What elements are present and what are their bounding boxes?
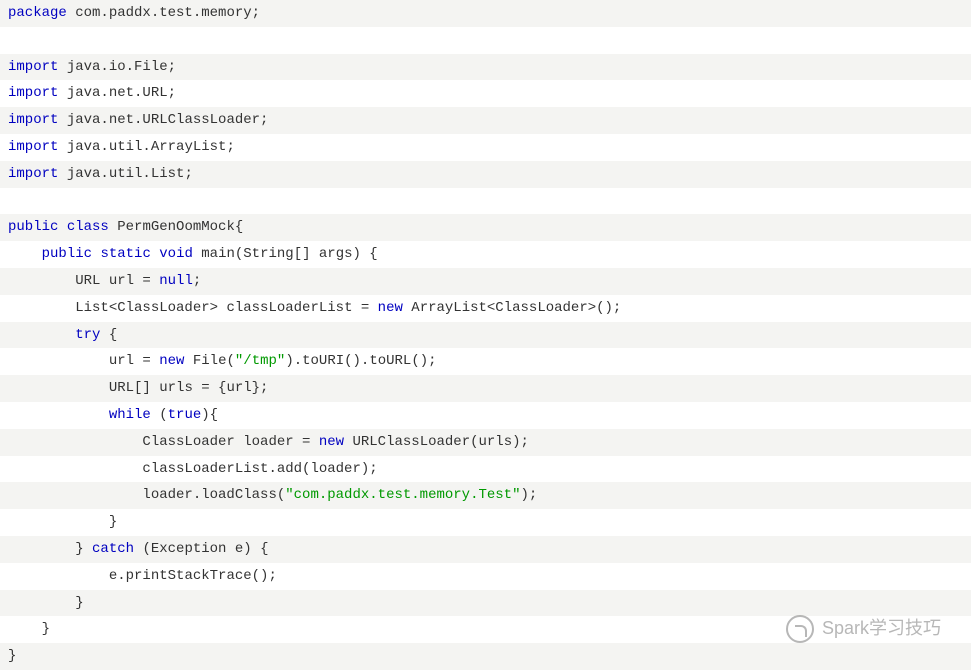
code-line: while (true){ xyxy=(0,402,971,429)
keyword: public xyxy=(8,219,58,235)
watermark: Spark学习技巧 xyxy=(786,615,941,643)
code-line: loader.loadClass("com.paddx.test.memory.… xyxy=(0,482,971,509)
keyword: new xyxy=(378,300,403,316)
code-line: URL[] urls = {url}; xyxy=(0,375,971,402)
code-line: import java.util.List; xyxy=(0,161,971,188)
watermark-text: Spark学习技巧 xyxy=(822,618,941,640)
keyword: package xyxy=(8,5,67,21)
code-line: classLoaderList.add(loader); xyxy=(0,456,971,483)
keyword: void xyxy=(159,246,193,262)
code-line: ClassLoader loader = new URLClassLoader(… xyxy=(0,429,971,456)
keyword: try xyxy=(75,327,100,343)
code-line: URL url = null; xyxy=(0,268,971,295)
keyword: new xyxy=(159,353,184,369)
code-line: } xyxy=(0,509,971,536)
keyword: null xyxy=(159,273,193,289)
keyword: true xyxy=(168,407,202,423)
code-line: url = new File("/tmp").toURI().toURL(); xyxy=(0,348,971,375)
code-line: package com.paddx.test.memory; xyxy=(0,0,971,27)
keyword: import xyxy=(8,166,58,182)
code-line: } xyxy=(0,590,971,617)
keyword: public xyxy=(42,246,92,262)
code-line xyxy=(0,188,971,215)
code-line: try { xyxy=(0,322,971,349)
code-line: import java.util.ArrayList; xyxy=(0,134,971,161)
code-line: public class PermGenOomMock{ xyxy=(0,214,971,241)
code-line: import java.net.URLClassLoader; xyxy=(0,107,971,134)
keyword: import xyxy=(8,85,58,101)
code-line: import java.net.URL; xyxy=(0,80,971,107)
keyword: import xyxy=(8,139,58,155)
keyword: import xyxy=(8,59,58,75)
keyword: new xyxy=(319,434,344,450)
keyword: catch xyxy=(92,541,134,557)
code-line: e.printStackTrace(); xyxy=(0,563,971,590)
string-literal: "/tmp" xyxy=(235,353,285,369)
keyword: static xyxy=(100,246,150,262)
keyword: while xyxy=(109,407,151,423)
code-line: } xyxy=(0,643,971,670)
keyword: class xyxy=(67,219,109,235)
string-literal: "com.paddx.test.memory.Test" xyxy=(285,487,520,503)
code-line xyxy=(0,27,971,54)
wechat-icon xyxy=(786,615,814,643)
code-line: } catch (Exception e) { xyxy=(0,536,971,563)
keyword: import xyxy=(8,112,58,128)
code-line: public static void main(String[] args) { xyxy=(0,241,971,268)
code-line: import java.io.File; xyxy=(0,54,971,81)
code-line: List<ClassLoader> classLoaderList = new … xyxy=(0,295,971,322)
code-block: package com.paddx.test.memory; import ja… xyxy=(0,0,971,670)
